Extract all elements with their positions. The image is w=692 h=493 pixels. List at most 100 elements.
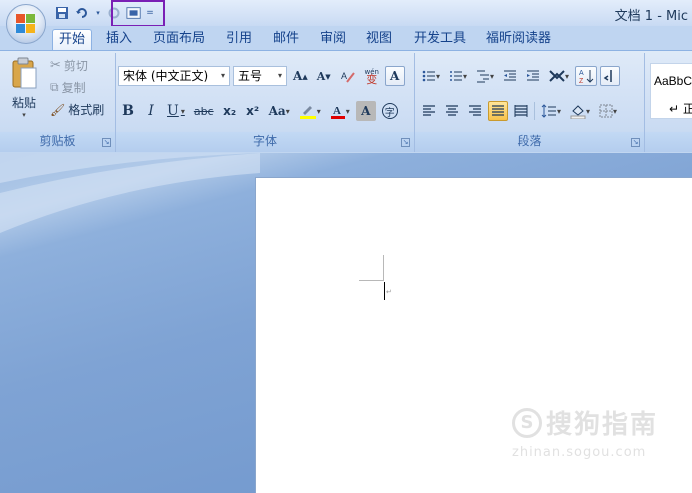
watermark: S 搜狗指南 zhinan.sogou.com [512, 404, 658, 460]
align-left-button[interactable] [419, 101, 439, 121]
tab-developer[interactable]: 开发工具 [408, 29, 472, 50]
enclose-char-glyph: 字 [384, 107, 395, 119]
tab-foxit-reader[interactable]: 福昕阅读器 [480, 29, 557, 50]
shading-button[interactable]: ▾ [567, 101, 593, 121]
subscript-glyph: x₂ [223, 104, 237, 118]
increase-indent-icon [527, 70, 540, 81]
office-button[interactable] [6, 4, 46, 44]
italic-glyph: I [148, 103, 154, 119]
align-right-icon [469, 105, 481, 116]
paintbrush-icon: 🖌 [50, 102, 66, 117]
font-color-button[interactable]: A ▾ [327, 101, 353, 121]
subscript-button[interactable]: x₂ [220, 101, 240, 121]
font-color-icon: A [330, 105, 345, 119]
paragraph-launcher-icon[interactable]: ↘ [631, 138, 640, 147]
format-painter-button[interactable]: 🖌 格式刷 [50, 101, 104, 118]
show-marks-button[interactable] [600, 66, 621, 86]
superscript-button[interactable]: x² [243, 101, 263, 121]
tab-review[interactable]: 审阅 [314, 29, 352, 50]
character-shading-button[interactable]: A [355, 101, 376, 121]
undo-dropdown-icon[interactable]: ▾ [94, 5, 102, 21]
watermark-title: 搜狗指南 [546, 410, 659, 440]
chinese-layout-button[interactable]: ▾ [546, 66, 572, 86]
decrease-indent-button[interactable] [500, 66, 520, 86]
copy-label: 复制 [61, 81, 86, 95]
font-name-value: 宋体 (中文正文) [123, 69, 209, 83]
scissors-icon: ✂ [50, 58, 61, 73]
shrink-font-button[interactable]: A ▼ [314, 66, 334, 86]
bold-button[interactable]: B [118, 101, 138, 121]
paste-dropdown-icon[interactable]: ▾ [6, 111, 42, 119]
bullets-icon [422, 70, 435, 82]
decrease-indent-icon [504, 70, 517, 81]
phonetic-guide-button[interactable]: wén 变 [362, 66, 382, 86]
bullets-button[interactable]: ▾ [419, 66, 443, 86]
font-group-label: 字体 [116, 132, 414, 152]
shrink-font-glyph: A [316, 69, 326, 83]
font-launcher-icon[interactable]: ↘ [401, 138, 410, 147]
tab-mailings[interactable]: 邮件 [267, 29, 305, 50]
format-painter-label: 格式刷 [68, 103, 105, 117]
chinese-layout-icon [549, 70, 565, 82]
undo-icon[interactable] [74, 5, 90, 21]
character-border-button[interactable]: A [384, 66, 405, 86]
clipboard-group-label: 剪贴板 [0, 132, 115, 152]
strikethrough-button[interactable]: abc [191, 101, 217, 121]
align-center-icon [446, 105, 458, 116]
paragraph-group: ▾ ▾ ▾ ▾ AZ ▾ ▾ ▾ 段落 ↘ [415, 53, 645, 152]
phonetic-char: 变 [366, 73, 378, 86]
enclose-char-icon: 字 [381, 103, 398, 119]
styles-group-label [645, 132, 692, 152]
tab-insert[interactable]: 插入 [100, 29, 138, 50]
tab-view[interactable]: 视图 [360, 29, 398, 50]
sort-button[interactable]: AZ [575, 66, 598, 86]
distributed-icon [514, 105, 528, 117]
strikethrough-glyph: abc [193, 104, 214, 118]
ribbon-tabs: 开始 插入 页面布局 引用 邮件 审阅 视图 开发工具 福昕阅读器 [0, 26, 692, 50]
italic-button[interactable]: I [141, 101, 161, 121]
paint-bucket-icon [570, 105, 586, 119]
paste-button[interactable]: 粘贴 ▾ [6, 55, 42, 127]
office-logo-icon [16, 14, 36, 34]
clipboard-launcher-icon[interactable]: ↘ [102, 138, 111, 147]
background-swoosh [0, 153, 260, 233]
clipboard-group: 粘贴 ▾ ✂ 剪切 ⧉ 复制 🖌 格式刷 剪贴板 ↘ [0, 53, 116, 152]
enclose-characters-button[interactable]: 字 [379, 101, 401, 121]
justify-button[interactable] [488, 101, 508, 121]
cut-button[interactable]: ✂ 剪切 [50, 57, 88, 74]
ribbon: 粘贴 ▾ ✂ 剪切 ⧉ 复制 🖌 格式刷 剪贴板 ↘ 宋体 (中文正文) ▾ 五… [0, 50, 692, 153]
font-size-select[interactable]: 五号 ▾ [233, 66, 287, 86]
copy-button[interactable]: ⧉ 复制 [50, 79, 86, 96]
svg-text:Z: Z [579, 78, 584, 84]
chevron-down-icon: ▾ [277, 71, 282, 80]
margin-mark [359, 280, 384, 281]
change-case-button[interactable]: Aa ▾ [266, 101, 293, 121]
borders-button[interactable]: ▾ [596, 101, 620, 121]
underline-button[interactable]: U ▾ [164, 101, 188, 121]
align-right-button[interactable] [465, 101, 485, 121]
clear-formatting-button[interactable]: A [337, 66, 359, 86]
cut-label: 剪切 [63, 59, 88, 73]
style-normal-tile[interactable]: AaBbC ↵ 正 [650, 63, 692, 119]
save-icon[interactable] [54, 5, 70, 21]
numbering-button[interactable]: ▾ [446, 66, 470, 86]
underline-glyph: U [167, 103, 179, 119]
font-size-value: 五号 [238, 69, 263, 83]
multilevel-list-button[interactable]: ▾ [473, 66, 497, 86]
tab-page-layout[interactable]: 页面布局 [147, 29, 211, 50]
distributed-button[interactable] [511, 101, 531, 121]
tab-references[interactable]: 引用 [220, 29, 258, 50]
text-cursor [384, 282, 385, 300]
align-center-button[interactable] [442, 101, 462, 121]
svg-text:A: A [579, 70, 584, 77]
font-name-select[interactable]: 宋体 (中文正文) ▾ [118, 66, 230, 86]
highlight-color-button[interactable]: ▾ [296, 101, 324, 121]
justify-icon [492, 105, 504, 116]
tab-home[interactable]: 开始 [52, 29, 93, 50]
increase-indent-button[interactable] [523, 66, 543, 86]
multilevel-list-icon [477, 70, 490, 83]
superscript-glyph: x² [246, 104, 260, 118]
line-spacing-button[interactable]: ▾ [538, 101, 564, 121]
grow-font-button[interactable]: A ▲ [290, 66, 311, 86]
numbering-icon [450, 71, 463, 81]
